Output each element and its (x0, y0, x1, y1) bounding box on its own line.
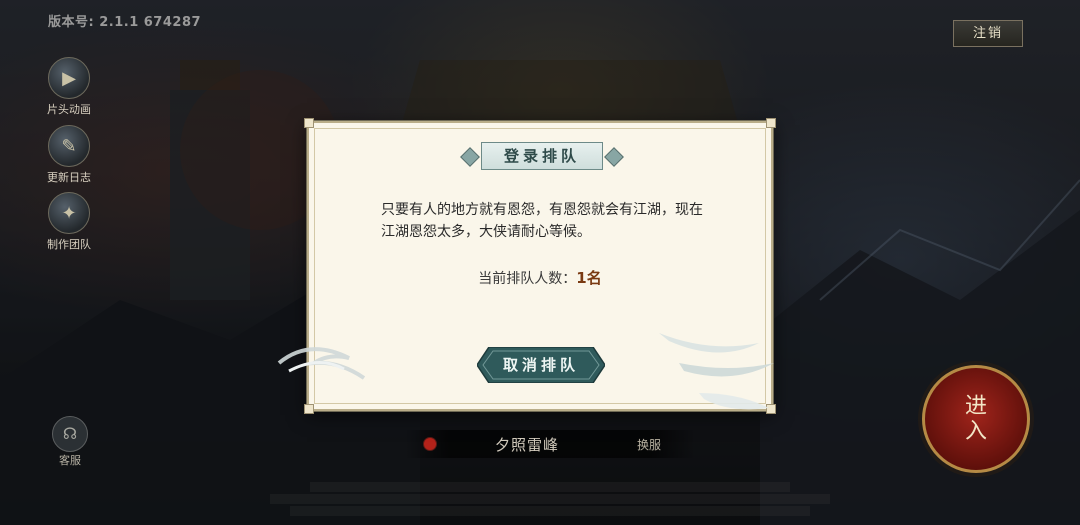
cancel-queue-label: 取消排队 (502, 356, 579, 374)
credits-button[interactable]: ✦ 制作团队 (40, 192, 98, 252)
queue-count-label: 当前排队人数： (478, 271, 577, 287)
queue-message: 只要有人的地方就有恩怨，有恩怨就会有江湖，现在江湖恩怨太多，大侠请耐心等候。 (381, 202, 703, 240)
version-label: 版本号: 2.1.1 674287 (48, 15, 202, 30)
title-ornament-left (460, 147, 480, 167)
queue-count-row: 当前排队人数：1名 (309, 267, 771, 288)
headset-icon: ☊ (52, 416, 88, 452)
corner-ornament (304, 404, 314, 414)
dialog-title: 登录排队 (503, 147, 580, 165)
team-icon: ✦ (48, 192, 90, 234)
queue-count-value: 1名 (576, 269, 602, 287)
logout-button[interactable]: 注销 (953, 20, 1023, 47)
customer-service-button[interactable]: ☊ 客服 (50, 416, 90, 468)
customer-service-label: 客服 (59, 454, 81, 467)
server-name: 夕照雷峰 (495, 436, 560, 454)
enter-game-button[interactable]: 进 入 (922, 365, 1030, 473)
update-log-label: 更新日志 (47, 171, 91, 184)
cancel-queue-button[interactable]: 取消排队 (477, 347, 605, 383)
server-status-icon (423, 437, 437, 451)
legal-footer (270, 480, 830, 518)
bamboo-leaf-icon (659, 333, 774, 410)
cloud-swirl-icon (277, 347, 366, 380)
enter-label-1: 进 (964, 393, 987, 419)
corner-ornament (766, 118, 776, 128)
title-ornament-right (604, 147, 624, 167)
credits-label: 制作团队 (47, 238, 91, 251)
scroll-icon: ✎ (48, 125, 90, 167)
update-log-button[interactable]: ✎ 更新日志 (40, 125, 98, 185)
switch-server-link[interactable]: 换服 (637, 436, 661, 453)
intro-video-label: 片头动画 (47, 103, 91, 116)
server-selector[interactable]: 夕照雷峰 换服 (405, 430, 695, 458)
enter-label-2: 入 (964, 419, 987, 444)
dialog-title-plate: 登录排队 (459, 142, 625, 172)
film-icon: ▶ (48, 57, 90, 99)
corner-ornament (304, 118, 314, 128)
intro-video-button[interactable]: ▶ 片头动画 (40, 57, 98, 117)
login-queue-dialog: 登录排队 只要有人的地方就有恩怨，有恩怨就会有江湖，现在江湖恩怨太多，大侠请耐心… (277, 118, 776, 414)
